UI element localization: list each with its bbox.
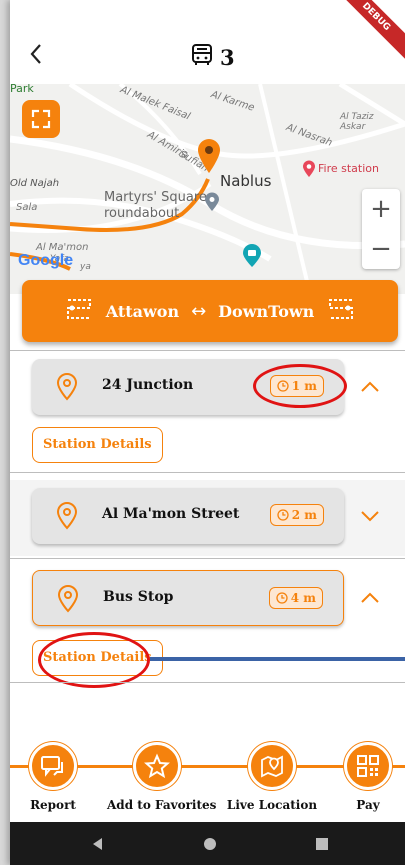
route-end-icon	[326, 296, 356, 326]
attraction-icon	[242, 244, 262, 272]
chevron-up-icon[interactable]	[358, 375, 382, 399]
map-label: Martyrs' Square	[104, 190, 207, 205]
divider	[10, 682, 405, 683]
eta-text: 2 m	[291, 508, 317, 522]
google-logo: Google	[18, 252, 74, 269]
system-nav-bar	[10, 822, 405, 865]
map-pin-icon	[248, 742, 296, 790]
map-label: roundabout	[104, 206, 180, 221]
nav-home-icon[interactable]	[200, 834, 220, 854]
zoom-in-button[interactable]: +	[362, 189, 400, 229]
star-icon	[133, 742, 181, 790]
fullscreen-icon	[31, 109, 51, 129]
map-label: Al Taziz Askar	[340, 112, 374, 132]
qr-code-icon	[344, 742, 392, 790]
station-details-button[interactable]: Station Details	[32, 427, 163, 463]
nav-recents-icon[interactable]	[312, 834, 332, 854]
route-map[interactable]: Park Al Malek Faisal Al Karme Al Amiria …	[10, 84, 405, 294]
action-label: Add to Favorites	[107, 798, 217, 812]
map-pin-icon	[56, 373, 78, 401]
stop-name: Al Ma'mon Street	[102, 506, 240, 522]
stop-card[interactable]: Al Ma'mon Street 2 m	[32, 488, 344, 544]
action-label: Pay	[356, 798, 380, 812]
route-destination: DownTown	[218, 301, 315, 321]
map-pin-icon	[56, 502, 78, 530]
clock-icon	[276, 592, 288, 604]
route-banner: Attawon ↔ DownTown	[22, 280, 398, 342]
fire-station-icon	[302, 160, 316, 182]
divider	[10, 472, 405, 473]
stop-item: 24 Junction 1 m Station Details	[10, 351, 405, 471]
map-label: Sala	[16, 202, 38, 213]
stop-name: 24 Junction	[102, 377, 194, 393]
zoom-out-button[interactable]: −	[362, 229, 400, 269]
eta-badge: 2 m	[269, 504, 324, 526]
stop-card[interactable]: Bus Stop 4 m	[32, 570, 344, 626]
landmark-pin-icon	[204, 192, 220, 216]
app-screen: 3 DEBUG Park Al Malek Faisal Al Karme Al…	[10, 0, 405, 865]
bus-icon	[190, 43, 214, 71]
route-start-icon	[64, 296, 94, 326]
clock-icon	[277, 509, 289, 521]
eta-text: 4 m	[290, 591, 316, 605]
report-button[interactable]: Report	[10, 734, 103, 812]
back-arrow-icon[interactable]	[28, 42, 52, 70]
route-number: 3	[220, 44, 235, 70]
route-origin: Attawon	[105, 301, 180, 321]
add-to-favorites-button[interactable]: Add to Favorites	[107, 734, 217, 812]
divider	[10, 558, 405, 559]
stop-name: Bus Stop	[103, 589, 174, 605]
highlight-line	[150, 657, 405, 661]
action-label: Live Location	[226, 798, 318, 812]
eta-badge: 4 m	[268, 587, 323, 609]
route-arrow: ↔	[191, 300, 207, 322]
zoom-controls: + −	[362, 189, 400, 269]
annotation-circle	[38, 632, 150, 688]
chevron-up-icon[interactable]	[358, 586, 382, 610]
chevron-down-icon[interactable]	[358, 504, 382, 528]
map-label: Park	[10, 84, 34, 95]
annotation-circle	[253, 364, 347, 408]
fullscreen-button[interactable]	[22, 100, 60, 138]
pay-button[interactable]: Pay	[318, 734, 405, 812]
map-label: ya	[80, 262, 91, 272]
map-label: Old Najah	[10, 178, 60, 189]
bottom-action-bar: Report Add to Favorites Live Location Pa…	[10, 734, 405, 822]
live-location-button[interactable]: Live Location	[222, 734, 322, 812]
nav-back-icon[interactable]	[88, 834, 108, 854]
map-label: Nablus	[220, 172, 272, 190]
bus-location-marker-icon	[196, 138, 222, 178]
stop-item: Al Ma'mon Street 2 m	[10, 480, 405, 556]
map-pin-icon	[57, 585, 79, 613]
action-label: Report	[30, 798, 76, 812]
chat-icon	[29, 742, 77, 790]
app-header: 3	[10, 28, 405, 84]
map-label: Fire station	[318, 162, 379, 175]
page-title: 3	[190, 44, 235, 70]
